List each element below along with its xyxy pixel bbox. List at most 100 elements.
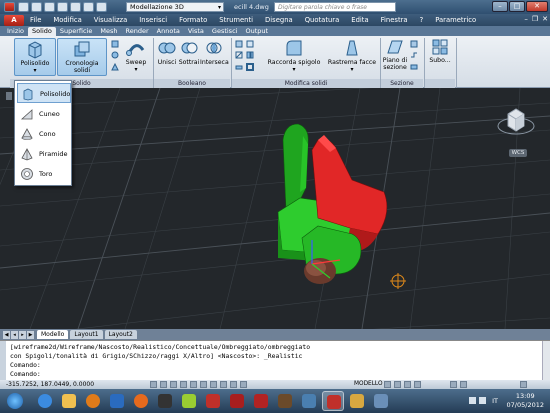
dropdown-item-toro[interactable]: Toro xyxy=(17,164,71,184)
piano-di-sezione-button[interactable]: Piano di sezione xyxy=(382,38,408,76)
menu-strumenti[interactable]: Strumenti xyxy=(219,16,253,24)
dropdown-item-piramide[interactable]: Piramide xyxy=(17,144,71,164)
print-icon[interactable] xyxy=(70,2,81,12)
menu-inserisci[interactable]: Inserisci xyxy=(139,16,167,24)
taskbar-explorer[interactable] xyxy=(58,391,80,411)
menu-finestra[interactable]: Finestra xyxy=(381,16,408,24)
tab-inizio[interactable]: Inizio xyxy=(3,27,28,36)
annotation-scale-icon[interactable] xyxy=(414,381,421,388)
viewcube-icon[interactable] xyxy=(496,102,536,148)
slice-icon[interactable] xyxy=(235,51,243,59)
menu-edita[interactable]: Edita xyxy=(351,16,368,24)
menu-visualizza[interactable]: Visualizza xyxy=(94,16,127,24)
ortho-icon[interactable] xyxy=(170,381,177,388)
tab-superficie[interactable]: Superficie xyxy=(56,27,97,36)
rastrema-facce-button[interactable]: Rastrema facce ▾ xyxy=(326,38,378,76)
maximize-button[interactable]: □ xyxy=(509,1,525,12)
redo-icon[interactable] xyxy=(96,2,107,12)
taskbar-ie[interactable] xyxy=(34,391,56,411)
red-bracket[interactable] xyxy=(311,138,388,235)
start-button[interactable] xyxy=(2,391,28,411)
tab-mesh[interactable]: Mesh xyxy=(96,27,121,36)
3d-model[interactable] xyxy=(0,88,550,329)
command-line-grip[interactable] xyxy=(0,341,6,381)
extrude-icon[interactable] xyxy=(111,40,119,48)
doc-minimize-icon[interactable]: – xyxy=(524,15,528,23)
sweep-button[interactable]: Sweep ▾ xyxy=(122,38,150,76)
viewcube[interactable]: WCS xyxy=(496,102,536,162)
drawing-viewport[interactable]: WCS xyxy=(0,88,550,329)
ducs-icon[interactable] xyxy=(220,381,227,388)
lineweight-icon[interactable] xyxy=(240,381,247,388)
app-logo-icon[interactable]: A xyxy=(4,14,24,26)
application-menu-icon[interactable] xyxy=(4,2,15,12)
tab-layout2[interactable]: Layout2 xyxy=(104,330,137,339)
cronologia-solidi-button[interactable]: Cronologia solidi xyxy=(57,38,107,76)
undo-icon[interactable] xyxy=(83,2,94,12)
add-jog-icon[interactable] xyxy=(410,51,418,59)
grid-icon[interactable] xyxy=(160,381,167,388)
tab-annota[interactable]: Annota xyxy=(153,27,184,36)
menu-modifica[interactable]: Modifica xyxy=(53,16,81,24)
3d-osnap-icon[interactable] xyxy=(200,381,207,388)
open-icon[interactable] xyxy=(31,2,42,12)
imprint-icon[interactable] xyxy=(246,40,254,48)
dropdown-item-cuneo[interactable]: Cuneo xyxy=(17,104,71,124)
model-space-toggle[interactable]: MODELLO xyxy=(354,381,383,387)
tray-icon[interactable] xyxy=(469,397,476,404)
menu-formato[interactable]: Formato xyxy=(179,16,207,24)
workspace-select[interactable]: Modellazione 3D ▾ xyxy=(126,2,224,12)
command-scrollbar[interactable] xyxy=(542,341,550,381)
taskbar-mediaplayer[interactable] xyxy=(82,391,104,411)
taskbar-flash[interactable] xyxy=(226,391,248,411)
menu-help[interactable]: ? xyxy=(420,16,424,24)
tray-icon[interactable] xyxy=(479,397,486,404)
taskbar-app-dark[interactable] xyxy=(154,391,176,411)
taskbar-flash2[interactable] xyxy=(250,391,272,411)
osnap-icon[interactable] xyxy=(190,381,197,388)
menu-disegna[interactable]: Disegna xyxy=(265,16,293,24)
zoom-icon[interactable] xyxy=(404,381,411,388)
taskbar-filezilla[interactable] xyxy=(202,391,224,411)
viewport-controls-icon[interactable] xyxy=(6,92,12,100)
live-section-icon[interactable] xyxy=(410,40,418,48)
unisci-button[interactable]: Unisci xyxy=(156,38,178,76)
taskbar-autocad[interactable] xyxy=(322,391,344,411)
menu-file[interactable]: File xyxy=(30,16,41,24)
tab-modello[interactable]: Modello xyxy=(37,330,69,339)
shell-icon[interactable] xyxy=(246,63,254,71)
keyword-search-input[interactable]: Digitare parola chiave o frase xyxy=(274,2,396,12)
revolve-icon[interactable] xyxy=(111,51,119,59)
polisolido-button[interactable]: Polisolido ▾ xyxy=(14,38,56,76)
language-indicator[interactable]: IT xyxy=(492,397,498,405)
command-line[interactable]: [wireframe2d/Wireframe/Nascosto/Realisti… xyxy=(0,340,550,381)
snap-icon[interactable] xyxy=(150,381,157,388)
tab-layout1[interactable]: Layout1 xyxy=(70,330,103,339)
generate-section-icon[interactable] xyxy=(410,63,418,71)
taskbar-hp[interactable] xyxy=(106,391,128,411)
doc-restore-icon[interactable]: ❐ xyxy=(532,15,538,23)
clock[interactable]: 13:09 07/05/2012 xyxy=(507,392,544,410)
dropdown-item-polisolido[interactable]: Polisolido xyxy=(17,83,71,103)
taskbar-fireworks[interactable] xyxy=(178,391,200,411)
tab-render[interactable]: Render xyxy=(122,27,153,36)
pan-icon[interactable] xyxy=(394,381,401,388)
taskbar-app[interactable] xyxy=(298,391,320,411)
save-as-icon[interactable] xyxy=(57,2,68,12)
taskbar-firefox[interactable] xyxy=(130,391,152,411)
menu-quotatura[interactable]: Quotatura xyxy=(305,16,340,24)
wcs-label[interactable]: WCS xyxy=(509,149,527,157)
interfere-icon[interactable] xyxy=(235,40,243,48)
clean-screen-icon[interactable] xyxy=(520,381,527,388)
dyn-icon[interactable] xyxy=(230,381,237,388)
last-layout-icon[interactable]: ▶ xyxy=(27,330,34,339)
taskbar-app[interactable] xyxy=(346,391,368,411)
loft-icon[interactable] xyxy=(111,63,119,71)
tab-output[interactable]: Output xyxy=(241,27,272,36)
command-prompt[interactable]: Comando: xyxy=(10,370,41,378)
taskbar-bridge[interactable] xyxy=(274,391,296,411)
taskbar-app[interactable] xyxy=(370,391,392,411)
sottrai-button[interactable]: Sottrai xyxy=(178,38,200,76)
first-layout-icon[interactable]: ◀ xyxy=(3,330,10,339)
lock-icon[interactable] xyxy=(460,381,467,388)
